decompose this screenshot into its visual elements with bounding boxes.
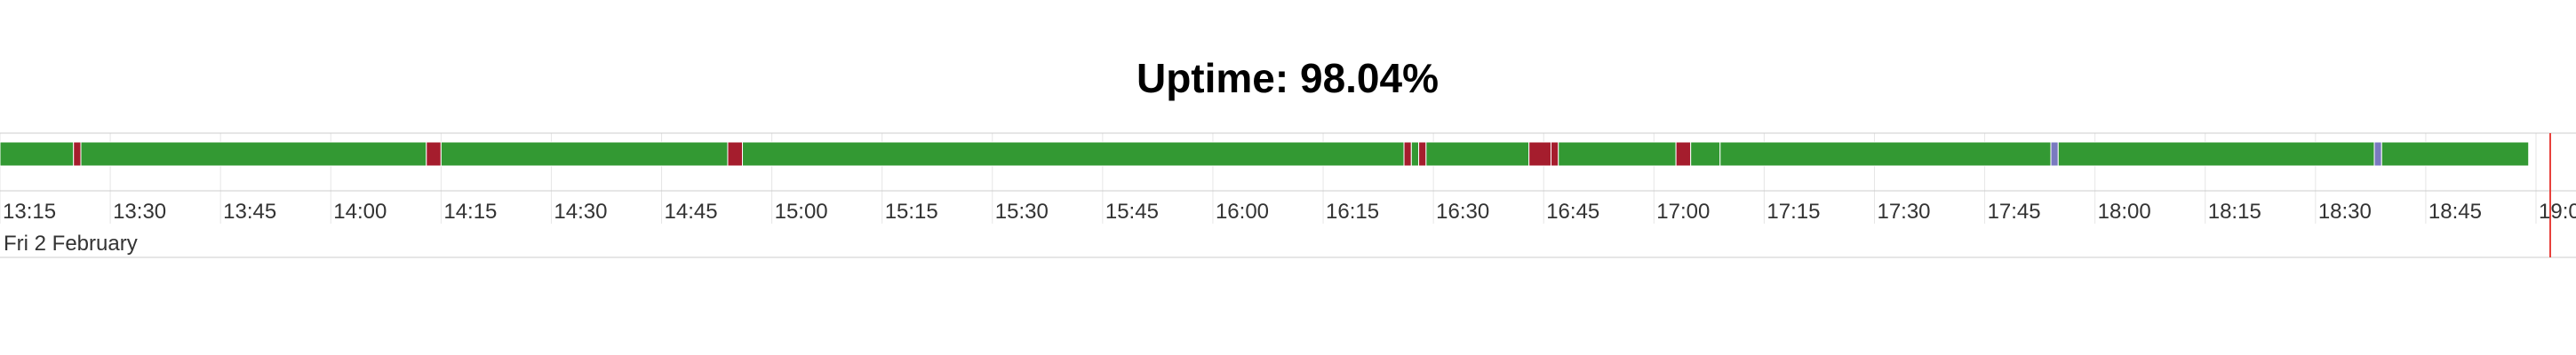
uptime-segment-up[interactable] [2381, 141, 2530, 167]
x-tick-label: 14:45 [665, 200, 718, 224]
x-tick-label: 16:30 [1436, 200, 1489, 224]
x-tick-label: 14:00 [333, 200, 387, 224]
uptime-segment-up[interactable] [1558, 141, 1677, 167]
x-tick-label: 18:00 [2098, 200, 2151, 224]
uptime-segment-down[interactable] [73, 141, 82, 167]
x-tick-label: 13:30 [113, 200, 166, 224]
x-tick-label: 14:30 [554, 200, 607, 224]
uptime-segment-down[interactable] [426, 141, 442, 167]
uptime-segment-down[interactable] [1418, 141, 1427, 167]
x-axis-ticks: 13:15 13:30 13:45 14:00 14:15 14:30 14:45 15:00… [3, 200, 2576, 224]
x-tick-label: 16:15 [1326, 200, 1379, 224]
uptime-segment-unknown[interactable] [2373, 141, 2382, 167]
uptime-bars [0, 141, 2530, 167]
uptime-segment-unknown[interactable] [2050, 141, 2059, 167]
x-tick-label: 13:15 [3, 200, 56, 224]
date-label: Fri 2 February [4, 232, 138, 256]
uptime-segment-up[interactable] [80, 141, 427, 167]
uptime-segment-up[interactable] [742, 141, 1405, 167]
uptime-segment-down[interactable] [1528, 141, 1551, 167]
x-tick-label: 15:00 [775, 200, 828, 224]
uptime-segment-down[interactable] [1403, 141, 1412, 167]
uptime-segment-up[interactable] [0, 141, 75, 167]
x-tick-label: 16:00 [1216, 200, 1269, 224]
uptime-segment-up[interactable] [1410, 141, 1420, 167]
uptime-segment-down[interactable] [727, 141, 744, 167]
x-tick-label: 14:15 [443, 200, 497, 224]
uptime-chart: Uptime: 98.04% 13:15 13:30 13:45 14:00 14:15… [0, 55, 2576, 258]
uptime-segment-up[interactable] [440, 141, 729, 167]
x-tick-label: 18:45 [2428, 200, 2482, 224]
x-tick-label: 18:15 [2208, 200, 2261, 224]
x-tick-label: 15:15 [885, 200, 938, 224]
x-tick-label: 17:45 [1988, 200, 2041, 224]
x-tick-label: 18:30 [2318, 200, 2372, 224]
x-tick-label: 16:45 [1546, 200, 1599, 224]
x-tick-label: 15:45 [1105, 200, 1159, 224]
x-tick-label: 15:30 [995, 200, 1049, 224]
uptime-segment-up[interactable] [1719, 141, 2052, 167]
x-tick-label: 17:15 [1767, 200, 1820, 224]
uptime-segment-up[interactable] [1690, 141, 1721, 167]
chart-title: Uptime: 98.04% [1136, 55, 1439, 101]
x-tick-label: 17:30 [1877, 200, 1930, 224]
uptime-segment-down[interactable] [1675, 141, 1692, 167]
x-tick-label: 17:00 [1656, 200, 1710, 224]
x-tick-label: 13:45 [223, 200, 276, 224]
x-tick-label: 19:00 [2539, 200, 2576, 224]
uptime-segment-up[interactable] [2057, 141, 2375, 167]
uptime-segment-down[interactable] [1550, 141, 1559, 167]
uptime-segment-up[interactable] [1425, 141, 1530, 167]
